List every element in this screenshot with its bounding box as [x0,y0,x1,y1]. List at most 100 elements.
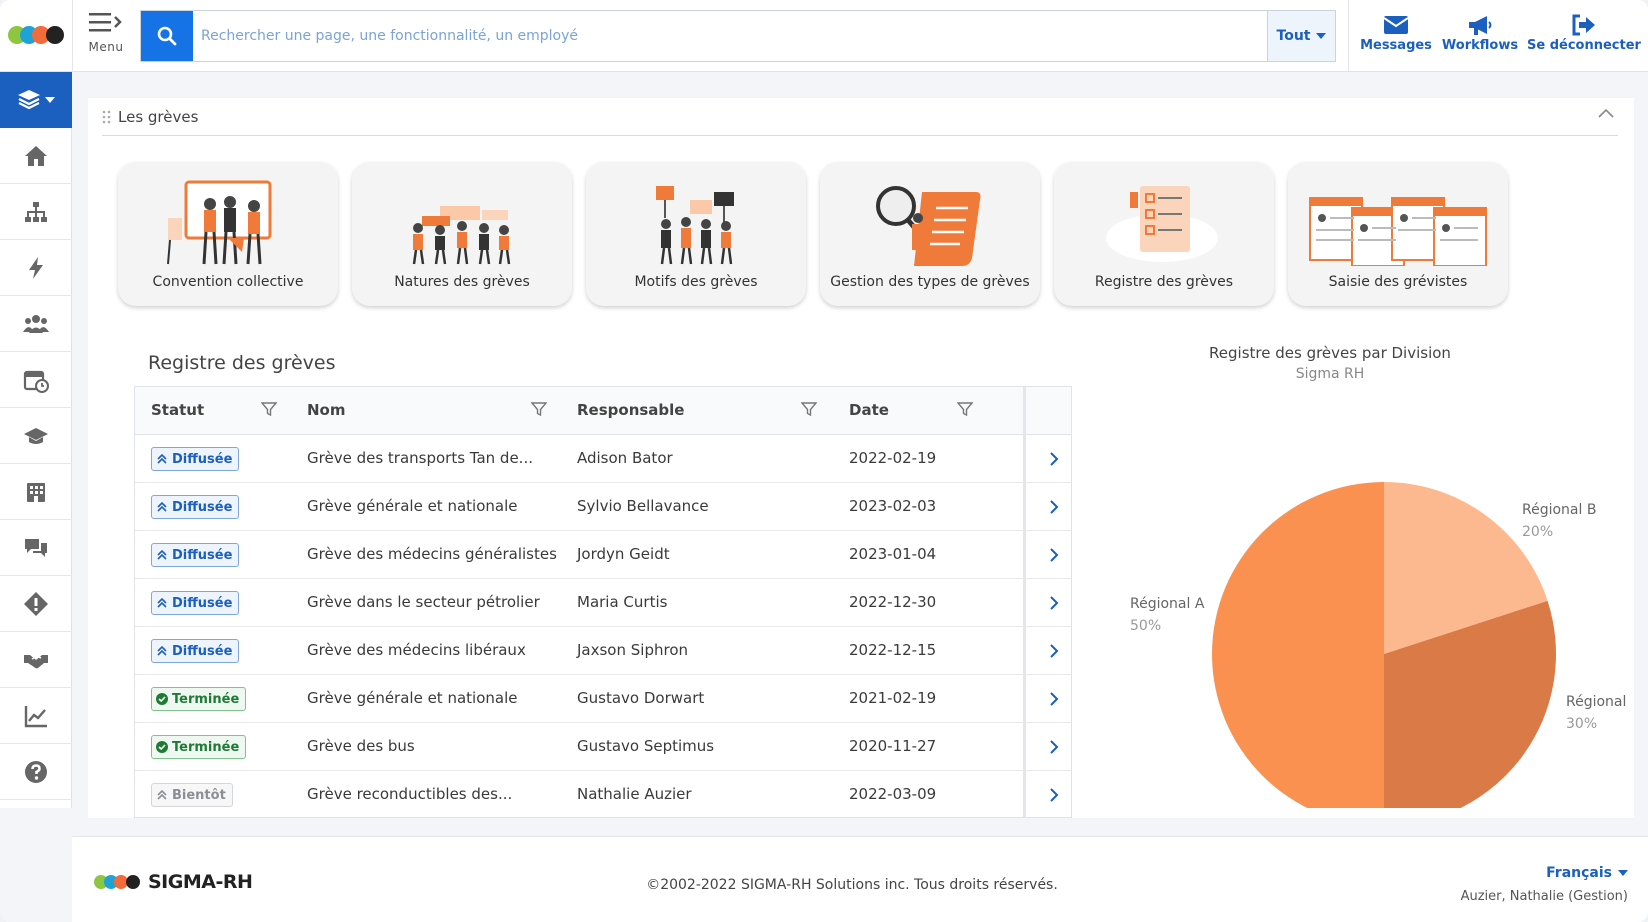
pie-label-value: 50% [1130,618,1161,634]
sidebar-item-labor-relations[interactable] [0,632,72,688]
status-label: Diffusée [172,451,233,467]
status-badge: Bientôt [151,783,233,807]
table-header: Statut Nom Responsable Date [135,387,1071,435]
app-logo[interactable] [8,24,68,46]
tile-natures-greves[interactable]: Natures des grèves [352,162,572,306]
table-row[interactable]: Terminée Grève des bus Gustavo Septimus 202… [135,723,1071,771]
sidebar-item-schedule[interactable] [0,352,72,408]
tile-saisie-grevistes[interactable]: Saisie des grévistes [1288,162,1508,306]
menu-icon [89,13,122,32]
sidebar-item-home[interactable] [0,128,72,184]
owner-name: Jaxson Siphron [577,641,688,659]
column-header-name[interactable]: Nom [307,401,346,419]
column-header-owner[interactable]: Responsable [577,401,684,419]
panel-title: Les grèves [118,108,199,126]
status-badge: Terminée [151,687,247,711]
tile-motifs-greves[interactable]: Motifs des grèves [586,162,806,306]
strikes-table: Statut Nom Responsable Date Diffusée Grèv… [134,386,1072,818]
caret-down-icon [1618,870,1628,876]
filter-icon[interactable] [801,401,817,417]
column-header-status[interactable]: Statut [151,401,204,419]
search-button[interactable] [141,11,193,61]
scope-label: Tout [1276,28,1311,44]
pie-label-name: Régional A [1130,596,1205,612]
messages-button[interactable]: Messages [1356,12,1436,53]
top-bar: Menu Tout Messages [0,0,1648,72]
chevron-right-icon[interactable] [1049,787,1059,803]
employee-cards-illustration-icon [1309,197,1487,266]
drag-handle-icon[interactable] [102,110,112,124]
chevron-right-icon[interactable] [1049,691,1059,707]
graduation-cap-icon [24,427,48,444]
chart-title: Registre des grèves par Division [1209,344,1451,362]
handshake-icon [24,654,48,668]
status-badge: Terminée [151,735,247,759]
filter-icon[interactable] [531,401,547,417]
chevron-right-icon[interactable] [1049,547,1059,563]
search-bar: Tout [140,10,1336,62]
table-row[interactable]: Diffusée Grève dans le secteur pétrolier M… [135,579,1071,627]
column-header-date[interactable]: Date [849,401,889,419]
status-label: Terminée [172,739,240,755]
double-chevron-up-icon [157,549,167,560]
menu-button[interactable]: Menu [78,12,134,64]
chevron-right-icon[interactable] [1049,451,1059,467]
chevron-up-icon[interactable] [1598,108,1614,118]
sidebar-item-company[interactable] [0,464,72,520]
sidebar-item-incidents[interactable] [0,576,72,632]
workflows-button[interactable]: Workflows [1438,12,1522,53]
layers-icon [18,90,40,110]
check-circle-icon [156,741,168,753]
modules-switcher[interactable] [0,72,72,128]
sidebar-item-help[interactable] [0,744,72,800]
table-row[interactable]: Diffusée Grève des médecins généralistes J… [135,531,1071,579]
filter-icon[interactable] [261,401,277,417]
chevron-right-icon[interactable] [1049,739,1059,755]
chevron-right-icon[interactable] [1049,595,1059,611]
sidebar-item-actions[interactable] [0,240,72,296]
status-badge: Diffusée [151,639,240,663]
status-label: Bientôt [172,787,226,803]
owner-name: Gustavo Septimus [577,737,715,755]
table-row[interactable]: Terminée Grève générale et nationale Gusta… [135,675,1071,723]
workflows-label: Workflows [1441,38,1519,53]
calendar-clock-icon [23,370,49,393]
chevron-right-icon[interactable] [1049,643,1059,659]
double-chevron-up-icon [157,645,167,656]
table-title: Registre des grèves [148,352,336,374]
status-label: Diffusée [172,499,233,515]
column-divider [1023,387,1026,817]
search-input[interactable] [193,11,1263,61]
caret-down-icon [1316,33,1327,39]
chart-subtitle: Sigma RH [1295,366,1365,382]
sidebar-item-employees[interactable] [0,296,72,352]
pie-slice[interactable] [1212,482,1384,808]
sidebar-item-organization[interactable] [0,184,72,240]
people-icon [23,314,49,333]
chevron-right-icon[interactable] [1049,499,1059,515]
language-select[interactable]: Français [1546,865,1628,881]
tile-label: Gestion des types de grèves [830,274,1030,290]
sidebar-item-communication[interactable] [0,520,72,576]
tile-label: Convention collective [152,274,304,290]
sidebar-item-training[interactable] [0,408,72,464]
filter-icon[interactable] [957,401,973,417]
table-row[interactable]: Diffusée Grève des médecins libéraux Jaxso… [135,627,1071,675]
status-badge: Diffusée [151,447,240,471]
logout-label: Se déconnecter [1527,38,1641,53]
table-row[interactable]: Diffusée Grève des transports Tan de... Ad… [135,435,1071,483]
tile-convention-collective[interactable]: Convention collective [118,162,338,306]
status-label: Diffusée [172,643,233,659]
owner-name: Maria Curtis [577,593,668,611]
strike-date: 2022-12-30 [849,593,937,611]
logout-button[interactable]: Se déconnecter [1526,12,1642,53]
table-row[interactable]: Bientôt Grève reconductibles des... Nathal… [135,771,1071,817]
search-scope-select[interactable]: Tout [1267,11,1335,61]
sidebar-item-reports[interactable] [0,688,72,744]
owner-name: Gustavo Dorwart [577,689,705,707]
tile-registre-greves[interactable]: Registre des grèves [1054,162,1274,306]
strike-name: Grève générale et nationale [307,689,518,707]
table-row[interactable]: Diffusée Grève générale et nationale Sylvi… [135,483,1071,531]
status-badge: Diffusée [151,495,240,519]
tile-gestion-types-greves[interactable]: Gestion des types de grèves [820,162,1040,306]
